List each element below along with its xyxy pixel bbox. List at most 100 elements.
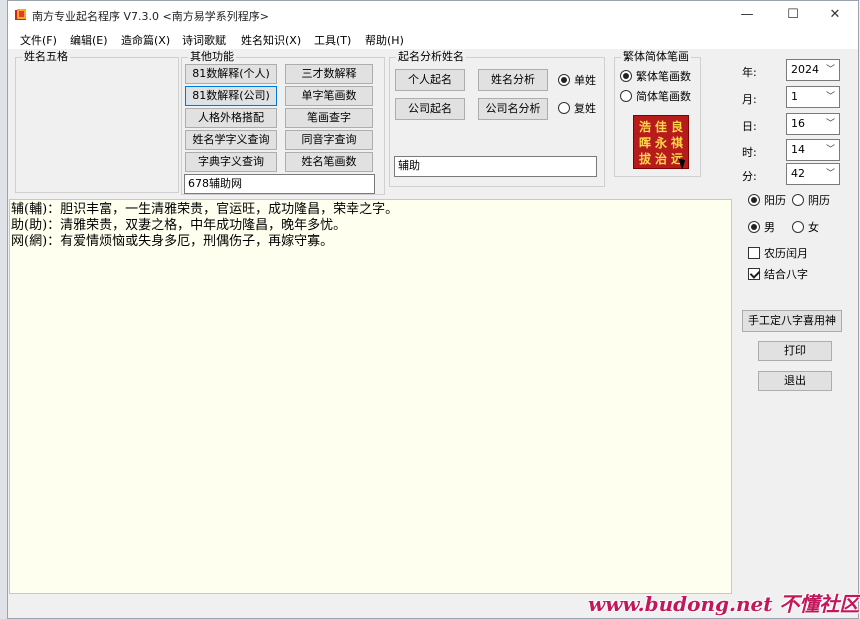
single-surname-label: 单姓 bbox=[574, 74, 596, 87]
hour-select[interactable]: 14 ﹀ bbox=[786, 139, 840, 161]
seal-char: 永 bbox=[654, 136, 667, 150]
radio-lunar-calendar[interactable]: 阴历 bbox=[792, 193, 830, 209]
checkbox-icon bbox=[748, 247, 760, 259]
analysis-label: 起名分析姓名 bbox=[396, 50, 466, 63]
btn-bazi-yongshen[interactable]: 手工定八字喜用神 bbox=[742, 310, 842, 332]
radio-dot-icon bbox=[558, 74, 570, 86]
radio-traditional-strokes[interactable]: 繁体笔画数 bbox=[620, 69, 691, 85]
name-wuge-group: 姓名五格 bbox=[15, 51, 179, 193]
checkmark-icon bbox=[748, 268, 760, 280]
year-label: 年: bbox=[742, 66, 757, 79]
result-line: 助(助)：清雅荣贵，双妻之格，中年成功隆昌，晚年多忧。 bbox=[11, 218, 347, 233]
radio-dot-icon bbox=[620, 90, 632, 102]
combine-bazi-label: 结合八字 bbox=[764, 268, 808, 281]
window-title: 南方专业起名程序 V7.3.0 <南方易学系列程序> bbox=[32, 10, 269, 23]
radio-single-surname[interactable]: 单姓 bbox=[558, 73, 596, 89]
btn-company-naming[interactable]: 公司起名 bbox=[395, 98, 465, 120]
maximize-button[interactable]: ☐ bbox=[770, 1, 816, 29]
analysis-name-input[interactable]: 辅助 bbox=[394, 156, 597, 177]
radio-dot-icon bbox=[748, 194, 760, 206]
menu-bar: 文件(F) 编辑(E) 造命篇(X) 诗词歌赋 姓名知识(X) 工具(T) 帮助… bbox=[8, 29, 858, 49]
month-select[interactable]: 1 ﹀ bbox=[786, 86, 840, 108]
exit-button[interactable]: 退出 bbox=[758, 371, 832, 391]
leap-month-label: 农历闰月 bbox=[764, 247, 808, 260]
title-bar[interactable]: 南方专业起名程序 V7.3.0 <南方易学系列程序> — ☐ ✕ bbox=[8, 1, 858, 29]
radio-male[interactable]: 男 bbox=[748, 220, 775, 236]
btn-name-strokes[interactable]: 姓名笔画数 bbox=[285, 152, 373, 172]
site-watermark: www.budong.net 不懂社区 bbox=[588, 592, 860, 616]
btn-sancai[interactable]: 三才数解释 bbox=[285, 64, 373, 84]
chevron-down-icon: ﹀ bbox=[825, 92, 835, 102]
chevron-down-icon: ﹀ bbox=[825, 169, 835, 179]
radio-solar-calendar[interactable]: 阳历 bbox=[748, 193, 786, 209]
month-label: 月: bbox=[742, 93, 757, 106]
result-line: 网(網)：有爱情烦恼或失身多厄，刑偶伤子，再嫁守寡。 bbox=[11, 234, 334, 249]
menu-poetry[interactable]: 诗词歌赋 bbox=[182, 32, 226, 48]
menu-name-knowledge[interactable]: 姓名知识(X) bbox=[241, 32, 301, 48]
btn-name-meaning[interactable]: 姓名学字义查询 bbox=[185, 130, 277, 150]
print-button[interactable]: 打印 bbox=[758, 341, 832, 361]
result-line: 辅(輔)：胆识丰富，一生清雅荣贵，官运旺，成功隆昌，荣幸之字。 bbox=[11, 202, 399, 217]
chevron-down-icon: ﹀ bbox=[825, 119, 835, 129]
radio-dot-icon bbox=[748, 221, 760, 233]
seal-char: 佳 bbox=[654, 120, 667, 134]
btn-homophone[interactable]: 同音字查询 bbox=[285, 130, 373, 150]
btn-81-company[interactable]: 81数解释(公司) bbox=[185, 86, 277, 106]
seal-char: 晖 bbox=[638, 136, 651, 150]
menu-edit[interactable]: 编辑(E) bbox=[70, 32, 108, 48]
menu-file[interactable]: 文件(F) bbox=[20, 32, 57, 48]
minimize-button[interactable]: — bbox=[724, 1, 770, 29]
solar-label: 阳历 bbox=[764, 194, 786, 207]
seal-char: 祺 bbox=[670, 136, 683, 150]
female-label: 女 bbox=[808, 221, 819, 234]
other-functions-label: 其他功能 bbox=[188, 50, 236, 63]
btn-81-personal[interactable]: 81数解释(个人) bbox=[185, 64, 277, 84]
btn-stroke-lookup[interactable]: 笔画查字 bbox=[285, 108, 373, 128]
day-label: 日: bbox=[742, 120, 757, 133]
btn-name-analysis[interactable]: 姓名分析 bbox=[478, 69, 548, 91]
male-label: 男 bbox=[764, 221, 775, 234]
hour-label: 时: bbox=[742, 146, 757, 159]
stroke-label: 繁体简体笔画 bbox=[621, 50, 691, 63]
month-value: 1 bbox=[791, 90, 798, 103]
btn-single-stroke[interactable]: 单字笔画数 bbox=[285, 86, 373, 106]
year-select[interactable]: 2024 ﹀ bbox=[786, 59, 840, 81]
radio-female[interactable]: 女 bbox=[792, 220, 819, 236]
other-input[interactable]: 678辅助网 bbox=[184, 174, 375, 194]
app-icon bbox=[15, 9, 26, 20]
radio-dot-icon bbox=[558, 102, 570, 114]
radio-simplified-strokes[interactable]: 简体笔画数 bbox=[620, 89, 691, 105]
check-combine-bazi[interactable]: 结合八字 bbox=[748, 267, 808, 283]
btn-company-analysis[interactable]: 公司名分析 bbox=[478, 98, 548, 120]
traditional-strokes-label: 繁体笔画数 bbox=[636, 70, 691, 83]
btn-personal-naming[interactable]: 个人起名 bbox=[395, 69, 465, 91]
seal-char: 良 bbox=[670, 120, 683, 134]
menu-tools[interactable]: 工具(T) bbox=[314, 32, 351, 48]
radio-dot-icon bbox=[620, 70, 632, 82]
radio-compound-surname[interactable]: 复姓 bbox=[558, 101, 596, 117]
chevron-down-icon: ﹀ bbox=[825, 145, 835, 155]
hour-value: 14 bbox=[791, 143, 805, 156]
simplified-strokes-label: 简体笔画数 bbox=[636, 90, 691, 103]
app-window: 南方专业起名程序 V7.3.0 <南方易学系列程序> — ☐ ✕ 文件(F) 编… bbox=[7, 0, 859, 619]
menu-fate[interactable]: 造命篇(X) bbox=[121, 32, 170, 48]
minute-select[interactable]: 42 ﹀ bbox=[786, 163, 840, 185]
minute-value: 42 bbox=[791, 167, 805, 180]
seal-char: 浩 bbox=[638, 120, 651, 134]
name-wuge-label: 姓名五格 bbox=[22, 50, 70, 63]
btn-renge-waige[interactable]: 人格外格搭配 bbox=[185, 108, 277, 128]
day-value: 16 bbox=[791, 117, 805, 130]
menu-help[interactable]: 帮助(H) bbox=[365, 32, 404, 48]
seal-char: 治 bbox=[654, 152, 667, 166]
btn-dictionary[interactable]: 字典字义查询 bbox=[185, 152, 277, 172]
close-button[interactable]: ✕ bbox=[812, 1, 858, 29]
radio-dot-icon bbox=[792, 194, 804, 206]
seal-char: 拔 bbox=[638, 152, 651, 166]
day-select[interactable]: 16 ﹀ bbox=[786, 113, 840, 135]
lunar-label: 阴历 bbox=[808, 194, 830, 207]
check-leap-month[interactable]: 农历闰月 bbox=[748, 246, 808, 262]
year-value: 2024 bbox=[791, 63, 819, 76]
minute-label: 分: bbox=[742, 170, 757, 183]
result-text-area[interactable]: 辅(輔)：胆识丰富，一生清雅荣贵，官运旺，成功隆昌，荣幸之字。 助(助)：清雅荣… bbox=[9, 199, 732, 594]
chevron-down-icon: ﹀ bbox=[825, 65, 835, 75]
